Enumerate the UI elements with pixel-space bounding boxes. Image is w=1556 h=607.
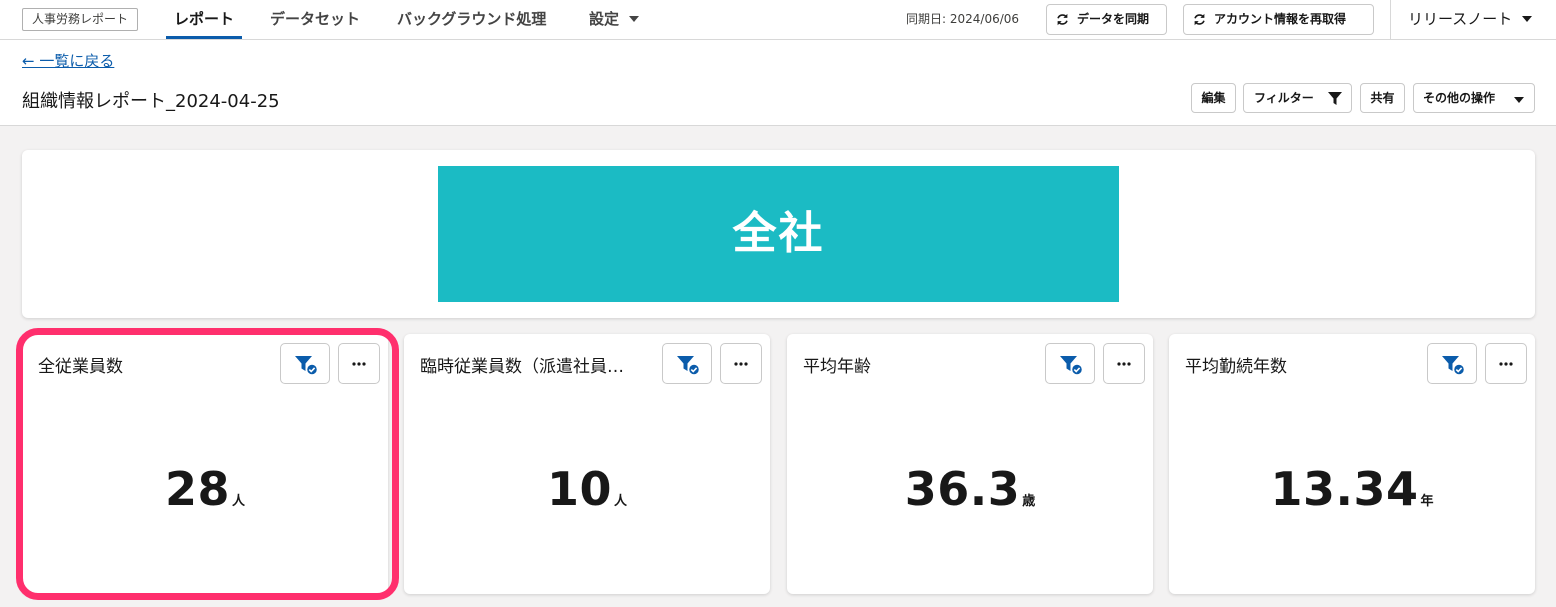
metric-card-total-employees: 全従業員数 28 人: [22, 334, 388, 594]
app-name-badge[interactable]: 人事労務レポート: [22, 8, 139, 31]
metric-value: 36.3 歳: [904, 462, 1036, 516]
more-actions-button[interactable]: その他の操作: [1413, 83, 1535, 113]
metric-card-average-age: 平均年齢 36.3 歳: [787, 334, 1153, 594]
banner: 全社: [438, 166, 1119, 302]
ellipsis-icon: [352, 362, 366, 366]
tab-dataset[interactable]: データセット: [270, 0, 360, 40]
metric-card-average-tenure: 平均勤続年数 13.34 年: [1169, 334, 1535, 594]
sync-data-button[interactable]: データを同期: [1046, 4, 1167, 35]
card-more-button[interactable]: [720, 343, 762, 384]
refresh-icon: [1057, 13, 1068, 26]
ellipsis-icon: [1499, 362, 1513, 366]
card-filter-button[interactable]: [1045, 343, 1095, 384]
filter-check-icon: [295, 356, 318, 376]
refetch-account-button[interactable]: アカウント情報を再取得: [1183, 4, 1374, 35]
card-filter-button[interactable]: [662, 343, 712, 384]
banner-card: 全社: [22, 150, 1535, 318]
card-title: 臨時従業員数（派遣社員…: [420, 357, 624, 377]
card-title: 平均勤続年数: [1185, 357, 1287, 377]
ellipsis-icon: [1117, 362, 1131, 366]
back-to-list-link[interactable]: ← 一覧に戻る: [22, 50, 114, 71]
metric-card-temporary-employees: 臨時従業員数（派遣社員… 10 人: [404, 334, 770, 594]
chevron-down-icon: [1514, 97, 1524, 103]
card-title: 平均年齢: [803, 357, 871, 377]
filter-check-icon: [677, 356, 700, 376]
chevron-down-icon: [1522, 15, 1533, 22]
report-header: ← 一覧に戻る 組織情報レポート_2024-04-25 編集 フィルター 共有 …: [0, 40, 1556, 126]
card-filter-button[interactable]: [1427, 343, 1477, 384]
filter-icon: [1328, 92, 1342, 105]
ellipsis-icon: [734, 362, 748, 366]
tab-report[interactable]: レポート: [165, 0, 243, 40]
card-more-button[interactable]: [1485, 343, 1527, 384]
refresh-icon: [1194, 13, 1205, 26]
metric-value: 28 人: [164, 462, 246, 516]
divider: [1390, 0, 1391, 40]
card-more-button[interactable]: [1103, 343, 1145, 384]
top-navigation: 人事労務レポート レポート データセット バックグラウンド処理 設定 同期日: …: [0, 0, 1556, 40]
tab-background-jobs[interactable]: バックグラウンド処理: [397, 0, 546, 40]
chevron-down-icon: [629, 15, 640, 22]
edit-button[interactable]: 編集: [1191, 83, 1236, 113]
tab-settings[interactable]: 設定: [589, 0, 640, 40]
card-more-button[interactable]: [338, 343, 380, 384]
page-title: 組織情報レポート_2024-04-25: [22, 91, 280, 112]
share-button[interactable]: 共有: [1360, 83, 1405, 113]
filter-check-icon: [1442, 356, 1465, 376]
sync-date: 同期日: 2024/06/06: [906, 12, 1020, 26]
filter-button[interactable]: フィルター: [1243, 83, 1352, 113]
filter-check-icon: [1060, 356, 1083, 376]
metric-value: 10 人: [546, 462, 628, 516]
metric-value: 13.34 年: [1270, 462, 1434, 516]
card-filter-button[interactable]: [280, 343, 330, 384]
card-title: 全従業員数: [38, 357, 123, 377]
release-notes-menu[interactable]: リリースノート: [1408, 0, 1533, 38]
